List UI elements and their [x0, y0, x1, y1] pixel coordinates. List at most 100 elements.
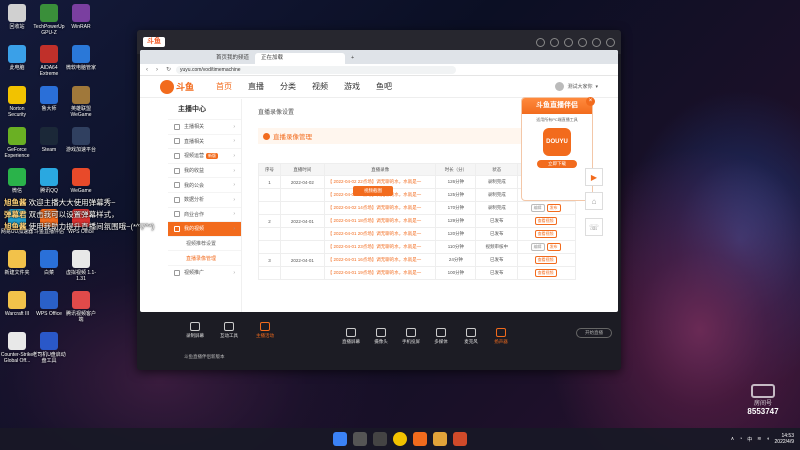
url-field[interactable]: yuyu.com/vod/timemachine: [176, 65, 456, 74]
cell-title[interactable]: 【 2022-04-01 20点场】调无聊的水，水就是一: [323, 227, 437, 241]
desktop-icon[interactable]: 英雄联盟WeGame: [64, 86, 98, 118]
app-icon[interactable]: [453, 432, 467, 446]
cell-title[interactable]: 【 2022-04-01 18点场】调无聊的水，水就是一: [323, 214, 437, 228]
desktop-icon[interactable]: 回收站: [0, 4, 34, 30]
desktop-icon[interactable]: WPS Office: [32, 291, 66, 317]
desktop-icon[interactable]: 此电脑: [0, 45, 34, 71]
speaker-button[interactable]: 扬声器: [488, 328, 514, 345]
desktop-icon[interactable]: 腾讯QQ: [32, 168, 66, 194]
cell-title[interactable]: 【 2022-04-01 19点场】调无聊的水，水就是一: [323, 266, 437, 280]
media-button[interactable]: 多媒体: [428, 328, 454, 345]
desktop-icon[interactable]: 老司机U盘启动盘工具: [32, 332, 66, 364]
cell-title[interactable]: 【 2022-04-02 14点场】调无聊的水，水就是一: [323, 201, 437, 215]
record-icon[interactable]: [536, 37, 545, 47]
action-button[interactable]: 编辑: [530, 243, 545, 251]
settings-icon[interactable]: [578, 37, 587, 47]
action-button[interactable]: 发布: [546, 243, 561, 251]
desktop-icon[interactable]: 游戏加速平台: [64, 127, 98, 153]
tab-home[interactable]: 首页我的频道: [210, 53, 255, 64]
sidebar-item[interactable]: 直播录像管理: [168, 250, 241, 265]
desktop-icon[interactable]: 虚拟视频 1.1-1.31: [64, 250, 98, 282]
interact-tools-button[interactable]: 互动工具: [216, 322, 242, 339]
windows-start-icon[interactable]: [333, 432, 347, 446]
nav-category[interactable]: 分类: [280, 81, 296, 92]
desktop-icon[interactable]: WinRAR: [64, 4, 98, 30]
douyu-app-icon[interactable]: [413, 432, 427, 446]
cell-title[interactable]: 【 2022-04-01 16点场】调无聊的水，水就是一: [323, 253, 437, 267]
wifi-icon[interactable]: ≋: [757, 436, 761, 442]
record-screen-button[interactable]: 录制屏幕: [182, 322, 208, 339]
play-icon[interactable]: ▶: [585, 168, 603, 186]
nav-game[interactable]: 游戏: [344, 81, 360, 92]
live-screen-button[interactable]: 直播屏幕: [338, 328, 364, 345]
back-icon[interactable]: ‹: [146, 67, 152, 73]
action-button[interactable]: 查看视频: [534, 269, 557, 277]
streamer-activity-button[interactable]: 主播活动: [252, 322, 278, 339]
reload-icon[interactable]: ↻: [166, 67, 172, 73]
sidebar-item[interactable]: 数据分析 ›: [168, 191, 241, 207]
site-logo[interactable]: 斗鱼: [160, 79, 194, 94]
desktop-icon[interactable]: Steam: [32, 127, 66, 153]
user-menu[interactable]: 测试大家你 ▾: [555, 82, 598, 91]
browser-icon[interactable]: [393, 432, 407, 446]
desktop-icon[interactable]: 新建文件夹: [0, 250, 34, 276]
new-tab-icon[interactable]: +: [345, 53, 360, 64]
sidebar-item[interactable]: 视频运营 新版 ›: [168, 148, 241, 163]
sidebar-item[interactable]: 视频推广 ›: [168, 264, 241, 280]
nav-video[interactable]: 视频: [312, 81, 328, 92]
desktop-icon[interactable]: 腾讯视频客户端: [64, 291, 98, 323]
desktop-icon[interactable]: 微信: [0, 168, 34, 194]
close-icon[interactable]: [606, 37, 615, 47]
network-icon[interactable]: ◔: [739, 436, 742, 442]
action-button[interactable]: 编辑: [530, 204, 545, 212]
desktop-icon[interactable]: TechPowerUp GPU-Z: [32, 4, 66, 36]
sidebar-item[interactable]: 我的视频 ›: [168, 221, 241, 236]
action-button[interactable]: 查看视频: [534, 217, 557, 225]
volume-icon[interactable]: ◖: [767, 436, 770, 442]
desktop-icon[interactable]: Counter-Strike Global Off...: [0, 332, 34, 364]
sidebar-item[interactable]: 商业合作 ›: [168, 206, 241, 222]
clock[interactable]: 14:53 2022/4/9: [775, 433, 794, 445]
action-button[interactable]: 查看视频: [534, 256, 557, 264]
screenshot-tag[interactable]: 视频截图: [353, 186, 393, 196]
tab-active[interactable]: 正在加载: [255, 53, 346, 64]
input-language[interactable]: 中: [747, 436, 752, 443]
desktop-icon[interactable]: Warcraft III: [0, 291, 34, 317]
nav-live[interactable]: 直播: [248, 81, 264, 92]
customer-service-icon[interactable]: ☏: [585, 218, 603, 236]
desktop-icon[interactable]: Norton Security: [0, 86, 34, 118]
sidebar-item[interactable]: 直播相关 ›: [168, 133, 241, 149]
desktop-icon[interactable]: 白菜: [32, 250, 66, 276]
task-view-icon[interactable]: [373, 432, 387, 446]
update-notice[interactable]: 斗鱼直播伴侣新版本: [184, 354, 225, 360]
forward-icon[interactable]: ›: [156, 67, 162, 73]
action-button[interactable]: 发布: [546, 204, 561, 212]
action-button[interactable]: 查看视频: [534, 230, 557, 238]
sidebar-item[interactable]: 我的收益 ›: [168, 162, 241, 178]
cell-title[interactable]: 【 2022-04-01 23点场】调无聊的水，水就是一: [323, 240, 437, 254]
desktop-icon[interactable]: 鲁大师: [32, 86, 66, 112]
close-icon[interactable]: ×: [586, 97, 595, 106]
desktop-icon[interactable]: GeForce Experience: [0, 127, 34, 159]
desktop-icon[interactable]: AIDA64 Extreme: [32, 45, 66, 77]
sidebar-item-label: 我的视频: [184, 226, 205, 233]
sidebar-item[interactable]: 我的公会 ›: [168, 177, 241, 192]
search-icon[interactable]: [353, 432, 367, 446]
chevron-up-icon[interactable]: ∧: [731, 436, 735, 442]
minimize-icon[interactable]: [592, 37, 601, 47]
nav-home[interactable]: 首页: [216, 81, 232, 92]
desktop-icon[interactable]: WeGame: [64, 168, 98, 194]
nav-fishbar[interactable]: 鱼吧: [376, 81, 392, 92]
phone-cast-button[interactable]: 手机投屏: [398, 328, 424, 345]
start-stream-button[interactable]: 开始直播: [576, 328, 612, 338]
folder-icon[interactable]: [433, 432, 447, 446]
sidebar-item[interactable]: 主播相关 ›: [168, 119, 241, 134]
home-icon[interactable]: ⌂: [585, 192, 603, 210]
sidebar-item[interactable]: 视频推荐设置: [168, 235, 241, 251]
avatar-icon[interactable]: [564, 37, 573, 47]
camera-button[interactable]: 摄像头: [368, 328, 394, 345]
clock-icon[interactable]: [550, 37, 559, 47]
desktop-icon[interactable]: 微软电脑管家: [64, 45, 98, 71]
promo-download-button[interactable]: 立即下载: [537, 160, 577, 168]
microphone-button[interactable]: 麦克风: [458, 328, 484, 345]
